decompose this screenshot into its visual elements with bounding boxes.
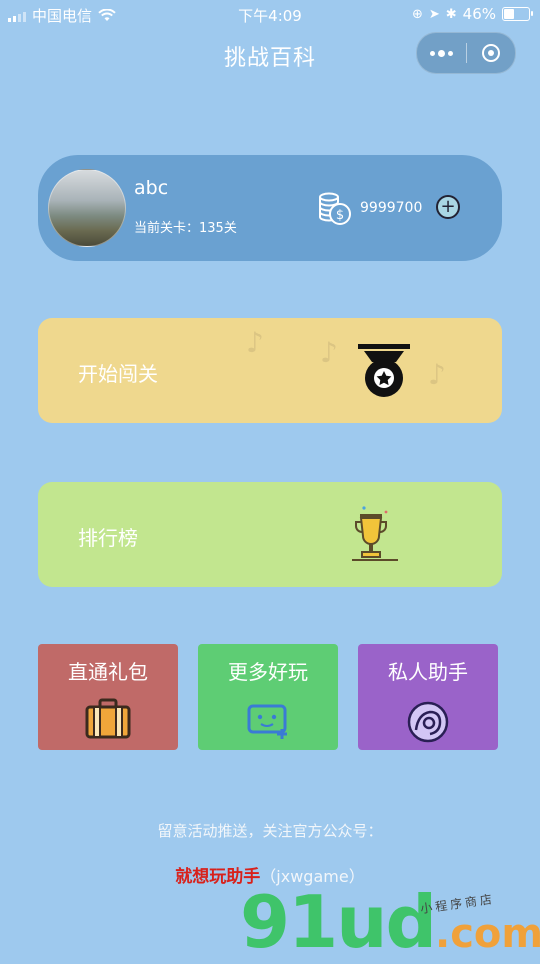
medal-icon	[358, 344, 410, 397]
close-mini-program-button[interactable]	[467, 33, 516, 73]
watermark-logo: 91ud.com	[240, 886, 540, 958]
current-level: 当前关卡：135关	[134, 221, 237, 236]
bluetooth-icon: ✱	[445, 6, 457, 22]
more-options-button[interactable]	[417, 33, 466, 73]
assistant-icon	[407, 701, 449, 743]
leaderboard-label: 排行榜	[78, 526, 138, 550]
more-games-tile[interactable]: 更多好玩	[198, 644, 338, 750]
game-controller-icon	[247, 704, 287, 739]
coin-balance: 9999700	[360, 200, 423, 216]
personal-assistant-tile[interactable]: 私人助手	[358, 644, 498, 750]
suitcase-icon	[85, 698, 131, 739]
status-bar: 中国电信 下午4:09 ⊕ ➤ ✱ 46%	[0, 0, 540, 28]
battery-icon	[502, 7, 533, 21]
battery-percent: 46%	[462, 5, 496, 23]
coins-icon: $	[319, 192, 351, 225]
mini-program-capsule	[416, 32, 516, 74]
personal-assistant-label: 私人助手	[388, 660, 468, 684]
start-challenge-label: 开始闯关	[78, 362, 158, 386]
user-name: abc	[134, 177, 169, 199]
music-note-icon: ♪	[246, 326, 264, 359]
close-target-icon	[481, 44, 500, 62]
more-games-label: 更多好玩	[228, 660, 308, 684]
music-note-icon: ♪	[428, 358, 446, 391]
user-info-card: abc 当前关卡：135关 $ 9999700 +	[38, 155, 502, 261]
avatar[interactable]	[48, 169, 126, 247]
rotation-lock-icon: ⊕	[411, 6, 423, 22]
gift-pack-label: 直通礼包	[68, 660, 148, 684]
gift-pack-tile[interactable]: 直通礼包	[38, 644, 178, 750]
svg-text:$: $	[336, 208, 344, 223]
follow-notice: 留意活动推送，关注官方公众号：	[157, 822, 383, 840]
music-note-icon: ♪	[320, 336, 338, 369]
leaderboard-button[interactable]: 排行榜	[38, 482, 502, 587]
watermark-main: 91ud	[240, 880, 437, 964]
add-coins-button[interactable]: +	[436, 195, 460, 219]
start-challenge-button[interactable]: 开始闯关 ♪ ♪ ♪	[38, 318, 502, 423]
location-icon: ➤	[428, 6, 440, 22]
trophy-icon	[352, 506, 398, 561]
watermark-suffix: .com	[435, 911, 540, 957]
status-right: ⊕ ➤ ✱ 46%	[411, 5, 533, 23]
more-dots-icon	[429, 49, 453, 57]
